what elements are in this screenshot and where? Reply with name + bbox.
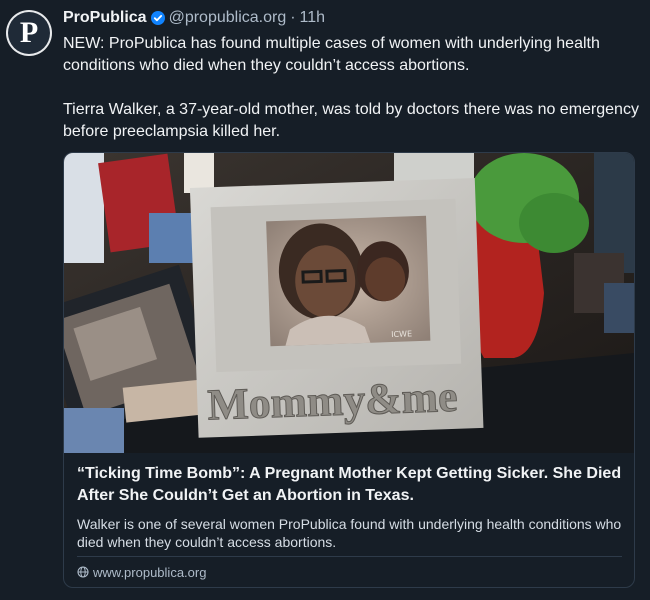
post-time[interactable]: 11h [300, 9, 326, 27]
globe-icon [77, 566, 89, 578]
verified-badge-icon [150, 11, 165, 25]
card-description: Walker is one of several women ProPublic… [77, 516, 622, 550]
post-text: NEW: ProPublica has found multiple cases… [63, 33, 643, 143]
card-divider [77, 556, 622, 557]
avatar[interactable]: P [6, 10, 52, 56]
post-paragraph-1: NEW: ProPublica has found multiple cases… [63, 35, 600, 74]
author-name[interactable]: ProPublica [63, 9, 147, 27]
separator: · [290, 9, 296, 26]
card-link-text[interactable]: www.propublica.org [93, 565, 206, 580]
avatar-letter: P [19, 16, 39, 49]
card-image[interactable]: ICWE Mommy&me [64, 153, 634, 453]
card-title[interactable]: “Ticking Time Bomb”: A Pregnant Mother K… [77, 463, 622, 507]
avatar-logo: P [8, 12, 50, 54]
link-card[interactable]: ICWE Mommy&me “Ticking Time Bomb”: A Pre… [63, 152, 635, 588]
post-paragraph-2: Tierra Walker, a 37-year-old mother, was… [63, 101, 639, 140]
author-handle[interactable]: @propublica.org [169, 9, 287, 27]
post-header: ProPublica @propublica.org · 11h [63, 8, 325, 28]
frame-lettering: Mommy&me [207, 372, 459, 430]
post[interactable]: P ProPublica @propublica.org · 11h NEW: … [0, 0, 650, 600]
svg-text:ICWE: ICWE [391, 329, 412, 339]
card-link[interactable]: www.propublica.org [77, 563, 206, 581]
